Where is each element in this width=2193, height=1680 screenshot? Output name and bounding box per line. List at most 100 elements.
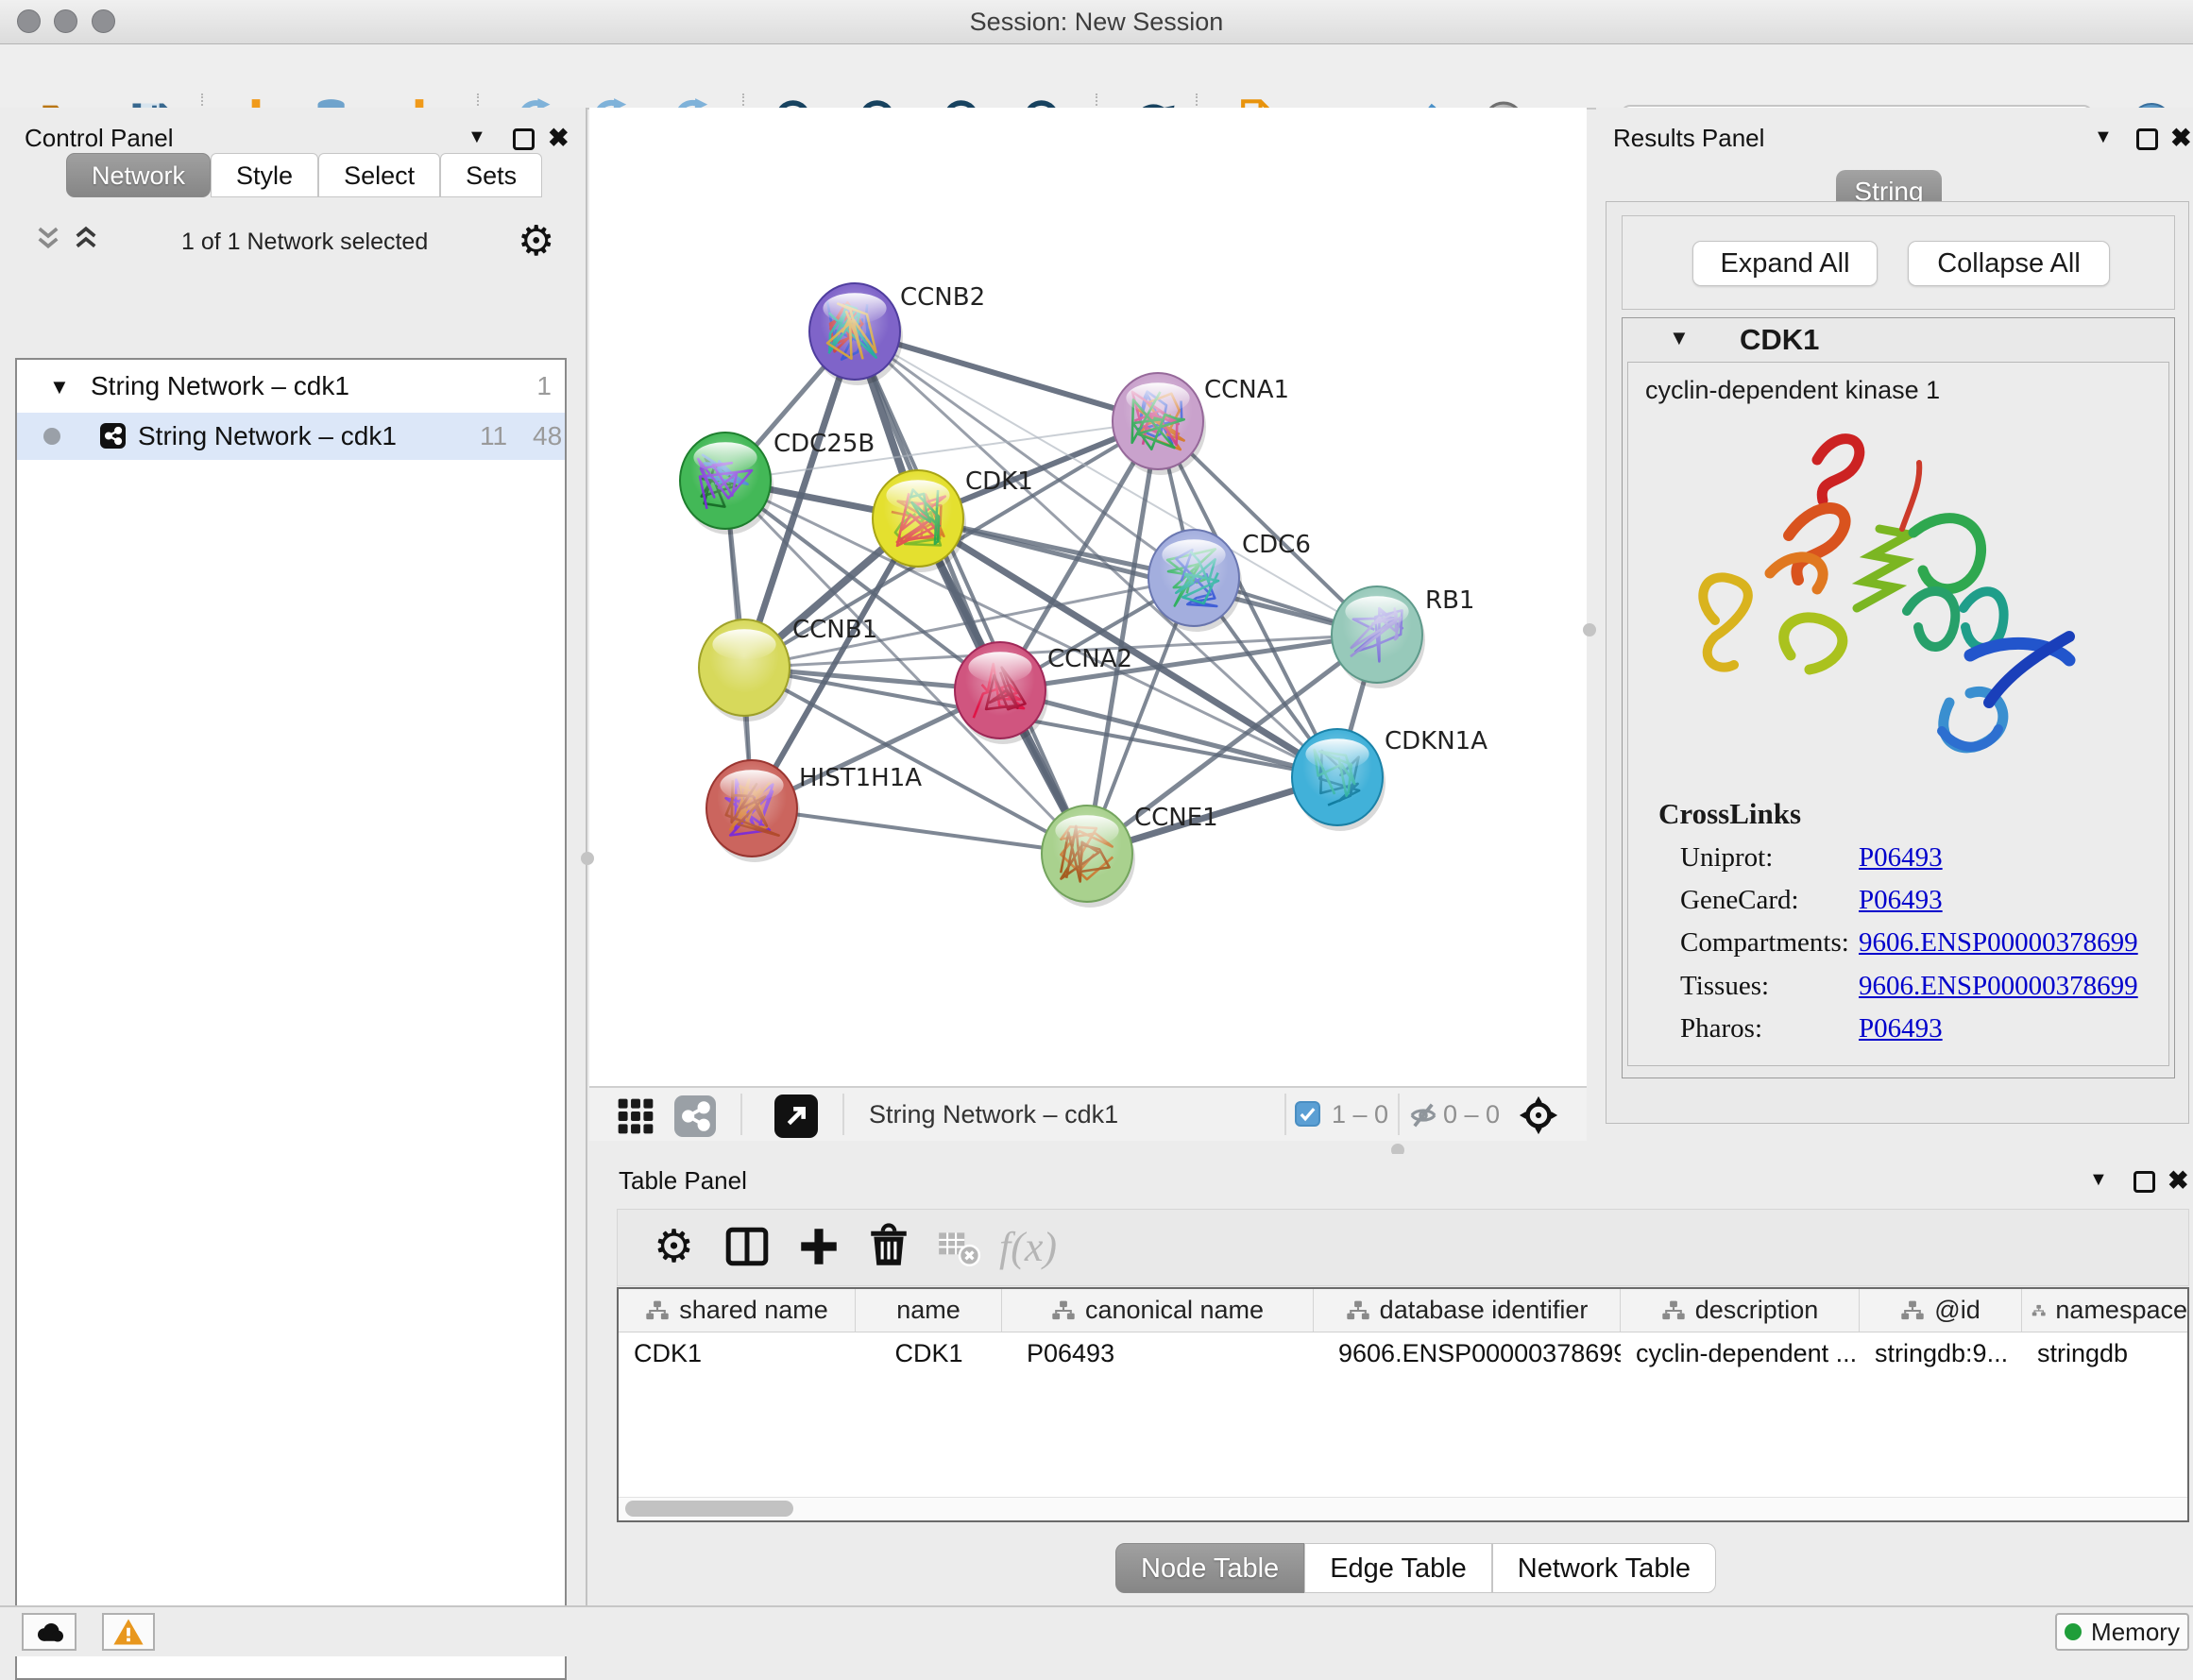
crosslink-link-pharos[interactable]: P06493: [1859, 1013, 1943, 1044]
gene-details: cyclin-dependent kinase 1: [1627, 362, 2169, 1066]
network-selection-status: 1 of 1 Network selected: [181, 229, 428, 256]
network-collection-row[interactable]: ▼ String Network – cdk1 1: [17, 364, 565, 413]
column-header-id[interactable]: @id: [1860, 1289, 2022, 1332]
cell-shared-name[interactable]: CDK1: [619, 1332, 856, 1374]
delete-column-button[interactable]: [865, 1223, 912, 1270]
graph-node-RB1[interactable]: [1332, 586, 1425, 688]
network-status-dot-icon: [43, 428, 60, 445]
crosslink-link-uniprot[interactable]: P06493: [1859, 842, 1943, 874]
crosslink-link-tissues[interactable]: 9606.ENSP00000378699: [1859, 971, 2138, 1002]
delete-table-icon: [935, 1223, 982, 1270]
graph-node-label-CDK1: CDK1: [965, 467, 1033, 496]
show-columns-button[interactable]: [723, 1223, 771, 1270]
control-panel-float-icon[interactable]: [513, 128, 535, 150]
crosslinks-heading: CrossLinks: [1658, 797, 1801, 831]
gene-section-toggle-icon[interactable]: ▼: [1669, 326, 1690, 350]
results-panel-float-icon[interactable]: [2136, 128, 2158, 150]
graph-edge-CCNE1-HIST1H1A[interactable]: [752, 808, 1087, 854]
column-header-name[interactable]: name: [856, 1289, 1002, 1332]
warning-status-button[interactable]: [102, 1613, 155, 1651]
expand-collapse-box: Expand All Collapse All: [1622, 215, 2175, 310]
cell-namespace[interactable]: stringdb: [2022, 1332, 2187, 1374]
fit-selected-button[interactable]: [1517, 1094, 1560, 1137]
horizontal-scrollbar[interactable]: [619, 1497, 2187, 1520]
scrollbar-thumb[interactable]: [625, 1501, 793, 1517]
grid-icon: [615, 1095, 656, 1137]
memory-status-icon: [2065, 1623, 2082, 1640]
columns-icon: [723, 1223, 771, 1270]
graph-node-CDC25B[interactable]: [680, 433, 774, 535]
control-panel-close-icon[interactable]: ✖: [548, 128, 570, 147]
grid-view-button[interactable]: [615, 1095, 656, 1137]
network-graph[interactable]: CCNB2CCNA1CDC25BCDK1CDC6RB1CCNB1CCNA2CDK…: [602, 111, 1579, 1089]
tab-network-table[interactable]: Network Table: [1492, 1543, 1716, 1593]
collection-expand-icon[interactable]: ▼: [49, 375, 70, 399]
cell-id[interactable]: stringdb:9...: [1860, 1332, 2022, 1374]
cell-database-identifier[interactable]: 9606.ENSP00000378699: [1314, 1332, 1621, 1374]
crosslink-link-genecard[interactable]: P06493: [1859, 885, 1943, 916]
hierarchy-icon: [1346, 1298, 1370, 1323]
window-title: Session: New Session: [0, 0, 2193, 43]
string-view-button[interactable]: [674, 1095, 716, 1137]
table-row[interactable]: CDK1 CDK1 P06493 9606.ENSP00000378699 cy…: [619, 1332, 2187, 1374]
hierarchy-icon: [2032, 1298, 2046, 1323]
column-header-database-identifier[interactable]: database identifier: [1314, 1289, 1621, 1332]
open-in-browser-button[interactable]: [774, 1095, 818, 1138]
external-link-icon: [774, 1095, 818, 1138]
graph-node-CCNA2[interactable]: [955, 642, 1048, 744]
cell-canonical-name[interactable]: P06493: [1002, 1332, 1314, 1374]
control-panel: Control Panel ▼ ✖ NetworkStyleSelectSets…: [0, 108, 587, 1605]
graph-node-CCNE1[interactable]: [1042, 806, 1135, 908]
network-row-selected[interactable]: String Network – cdk1 11 48: [17, 413, 565, 460]
create-column-button[interactable]: [795, 1223, 842, 1270]
table-panel-float-icon[interactable]: [2134, 1171, 2155, 1193]
graph-node-label-CCNA1: CCNA1: [1204, 376, 1289, 404]
tab-sets[interactable]: Sets: [440, 153, 542, 197]
graph-node-CCNA1[interactable]: [1113, 373, 1206, 475]
crosslink-link-compartments[interactable]: 9606.ENSP00000378699: [1859, 927, 2138, 959]
warning-icon: [112, 1617, 144, 1647]
column-header-namespace[interactable]: namespace: [2022, 1289, 2187, 1332]
cell-description[interactable]: cyclin-dependent ...: [1621, 1332, 1860, 1374]
table-panel-menu-icon[interactable]: ▼: [2089, 1169, 2108, 1191]
table-options-gear-icon[interactable]: ⚙: [654, 1225, 701, 1272]
tab-network[interactable]: Network: [66, 153, 211, 197]
right-divider-handle[interactable]: [1583, 623, 1596, 636]
cell-name[interactable]: CDK1: [856, 1332, 1002, 1374]
results-panel-title: Results Panel: [1613, 124, 1764, 153]
graph-node-CDK1[interactable]: [873, 470, 966, 572]
delete-table-button[interactable]: [935, 1223, 982, 1270]
network-options-gear-icon[interactable]: ⚙: [518, 221, 554, 263]
results-panel-close-icon[interactable]: ✖: [2170, 128, 2192, 147]
graph-node-CCNB1[interactable]: [699, 619, 792, 721]
hierarchy-icon: [645, 1298, 670, 1323]
collapse-all-networks-button[interactable]: [32, 223, 64, 260]
column-header-canonical-name[interactable]: canonical name: [1002, 1289, 1314, 1332]
collapse-all-button[interactable]: Collapse All: [1908, 241, 2110, 286]
graph-node-CDKN1A[interactable]: [1292, 729, 1386, 831]
memory-button[interactable]: Memory: [2055, 1613, 2189, 1651]
string-network-icon: [100, 423, 126, 449]
left-divider-handle[interactable]: [581, 852, 594, 865]
crosshair-icon: [1517, 1094, 1560, 1137]
results-panel-menu-icon[interactable]: ▼: [2094, 127, 2113, 148]
tab-edge-table[interactable]: Edge Table: [1304, 1543, 1492, 1593]
tab-style[interactable]: Style: [211, 153, 318, 197]
table-tabs: Node TableEdge TableNetwork Table: [1115, 1543, 1716, 1593]
graph-node-HIST1H1A[interactable]: [706, 760, 800, 862]
expand-all-networks-button[interactable]: [70, 223, 102, 260]
expand-all-button[interactable]: Expand All: [1692, 241, 1878, 286]
table-panel-close-icon[interactable]: ✖: [2168, 1171, 2189, 1190]
crosslink-label: GeneCard:: [1680, 885, 1799, 916]
network-list: ▼ String Network – cdk1 1 String Network…: [15, 358, 567, 1680]
cloud-status-button[interactable]: [22, 1613, 76, 1651]
selected-checkbox[interactable]: [1295, 1101, 1320, 1127]
control-panel-menu-icon[interactable]: ▼: [468, 127, 486, 148]
table-header-row: shared name name canonical name database…: [619, 1289, 2187, 1332]
graph-node-label-CDC6: CDC6: [1242, 531, 1311, 559]
function-builder-button[interactable]: f(x): [999, 1223, 1057, 1271]
tab-select[interactable]: Select: [318, 153, 440, 197]
column-header-shared-name[interactable]: shared name: [619, 1289, 856, 1332]
tab-node-table[interactable]: Node Table: [1115, 1543, 1304, 1593]
column-header-description[interactable]: description: [1621, 1289, 1860, 1332]
